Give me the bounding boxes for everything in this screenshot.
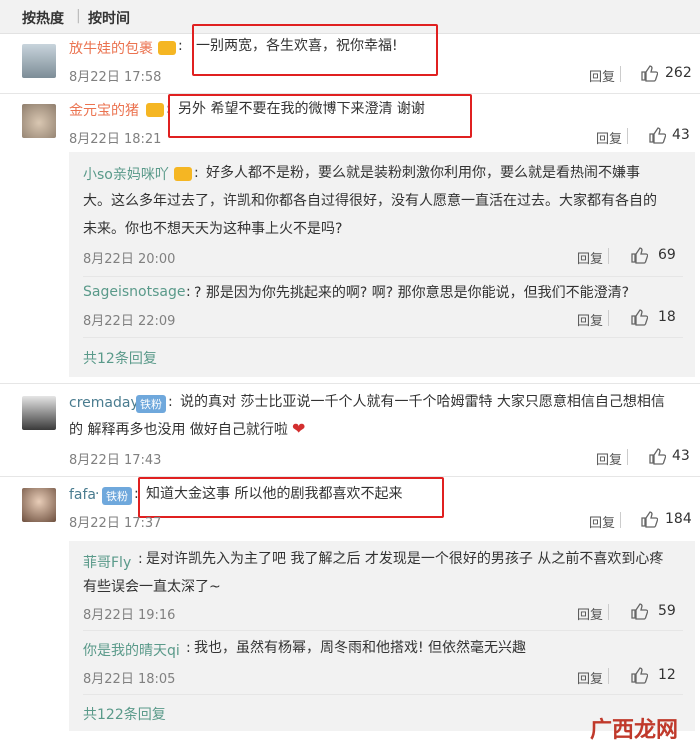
divider xyxy=(620,66,621,82)
avatar[interactable] xyxy=(22,44,56,78)
reply-time: 8月22日 18:05 xyxy=(83,672,176,687)
like-count: 18 xyxy=(658,309,676,325)
more-replies-link[interactable]: 共122条回复 xyxy=(83,704,166,724)
reply-button[interactable]: 回复 xyxy=(577,248,603,267)
thumbs-up-icon[interactable] xyxy=(630,666,648,684)
highlight-box xyxy=(138,477,444,518)
reply-text: 我也，虽然有杨幂，周冬雨和他搭戏! 但依然毫无兴趣 xyxy=(194,640,527,656)
divider xyxy=(608,668,609,684)
reply-button[interactable]: 回复 xyxy=(577,310,603,329)
highlight-box xyxy=(192,24,438,76)
reply-username[interactable]: Sageisnotsage xyxy=(83,284,185,300)
reply-time: 8月22日 22:09 xyxy=(83,314,176,329)
reply-text: 是对许凯先入为主了吧 我了解之后 才发现是一个很好的男孩子 从之前不喜欢到心疼 xyxy=(146,551,664,567)
highlight-box xyxy=(168,94,472,138)
comment-time: 8月22日 17:58 xyxy=(69,70,162,85)
reply-text: 大。这么多年过去了，许凯和你都各自过得很好，没有人愿意一直活在过去。大家都有各自… xyxy=(83,193,657,209)
colon-label: : xyxy=(186,284,191,300)
like-count: 43 xyxy=(672,448,690,464)
divider xyxy=(83,630,683,631)
divider xyxy=(83,276,683,277)
like-count: 12 xyxy=(658,667,676,683)
divider xyxy=(627,128,628,144)
sort-by-hot-tab[interactable]: 按热度 xyxy=(22,8,64,28)
divider xyxy=(608,310,609,326)
colon-label: : xyxy=(138,551,143,567)
fan-badge: 铁粉 xyxy=(102,487,132,505)
comment-time: 8月22日 18:21 xyxy=(69,132,162,147)
reply-button[interactable]: 回复 xyxy=(577,668,603,687)
like-count: 262 xyxy=(665,65,692,81)
reply-time: 8月22日 20:00 xyxy=(83,252,176,267)
divider xyxy=(627,449,628,465)
reply-username[interactable]: 菲哥Fly xyxy=(83,552,131,572)
divider xyxy=(608,604,609,620)
thumbs-up-icon[interactable] xyxy=(630,308,648,326)
comment-time: 8月22日 17:37 xyxy=(69,516,162,531)
reply-button[interactable]: 回复 xyxy=(589,66,615,85)
watermark-logo: 广西龙网 xyxy=(590,718,679,743)
reply-button[interactable]: 回复 xyxy=(596,128,622,147)
reply-button[interactable]: 回复 xyxy=(589,512,615,531)
reply-time: 8月22日 19:16 xyxy=(83,608,176,623)
avatar[interactable] xyxy=(22,104,56,138)
colon-label: : xyxy=(186,640,191,656)
like-count: 69 xyxy=(658,247,676,263)
comment-username[interactable]: cremaday xyxy=(69,395,139,411)
thumbs-up-icon[interactable] xyxy=(648,126,666,144)
like-count: 43 xyxy=(672,127,690,143)
comment-text: 说的真对 莎士比亚说一千个人就有一千个哈姆雷特 大家只愿意相信自己想相信 xyxy=(180,394,665,410)
thumbs-up-icon[interactable] xyxy=(640,64,658,82)
divider xyxy=(608,248,609,264)
thumbs-up-icon[interactable] xyxy=(648,447,666,465)
colon-label: : xyxy=(168,394,173,410)
avatar[interactable] xyxy=(22,488,56,522)
comment-text: 的 解释再多也没用 做好自己就行啦 xyxy=(69,422,288,438)
more-replies-link[interactable]: 共12条回复 xyxy=(83,348,157,368)
divider xyxy=(83,337,683,338)
reply-username[interactable]: 小so亲妈咪吖 xyxy=(83,164,169,184)
thumbs-up-icon[interactable] xyxy=(640,510,658,528)
thumbs-up-icon[interactable] xyxy=(630,246,648,264)
vip-badge-icon xyxy=(174,167,192,181)
comment-username[interactable]: 金元宝的猪 xyxy=(69,100,139,120)
divider xyxy=(83,694,683,695)
reply-text: ? 那是因为你先挑起来的啊? 啊? 那你意思是你能说，但我们不能澄清? xyxy=(194,285,630,301)
fan-badge: 铁粉 xyxy=(136,395,166,413)
reply-button[interactable]: 回复 xyxy=(577,604,603,623)
comment-username[interactable]: fafa xyxy=(69,487,96,503)
reply-username[interactable]: 你是我的晴天qi xyxy=(83,640,180,660)
like-count: 184 xyxy=(665,511,692,527)
heart-icon: ❤ xyxy=(292,419,306,438)
vip-badge-icon xyxy=(158,41,176,55)
reply-button[interactable]: 回复 xyxy=(596,449,622,468)
comment-username[interactable]: 放牛娃的包裹 xyxy=(69,38,153,58)
vip-badge-icon xyxy=(146,103,164,117)
colon-label: : xyxy=(194,165,199,181)
reply-text: 好多人都不是粉，要么就是装粉刺激你利用你，要么就是看热闹不嫌事 xyxy=(206,165,640,181)
avatar[interactable] xyxy=(22,396,56,430)
dot-separator: · xyxy=(95,486,100,502)
comment-time: 8月22日 17:43 xyxy=(69,453,162,468)
like-count: 59 xyxy=(658,603,676,619)
divider xyxy=(620,512,621,528)
sort-separator: | xyxy=(76,8,81,24)
reply-text: 未来。你也不想天天为这种事上火不是吗? xyxy=(83,221,343,237)
sort-by-time-tab[interactable]: 按时间 xyxy=(88,8,130,28)
reply-text: 有些误会一直太深了~ xyxy=(83,579,221,595)
divider xyxy=(0,383,700,384)
thumbs-up-icon[interactable] xyxy=(630,602,648,620)
colon-label: : xyxy=(178,38,183,54)
